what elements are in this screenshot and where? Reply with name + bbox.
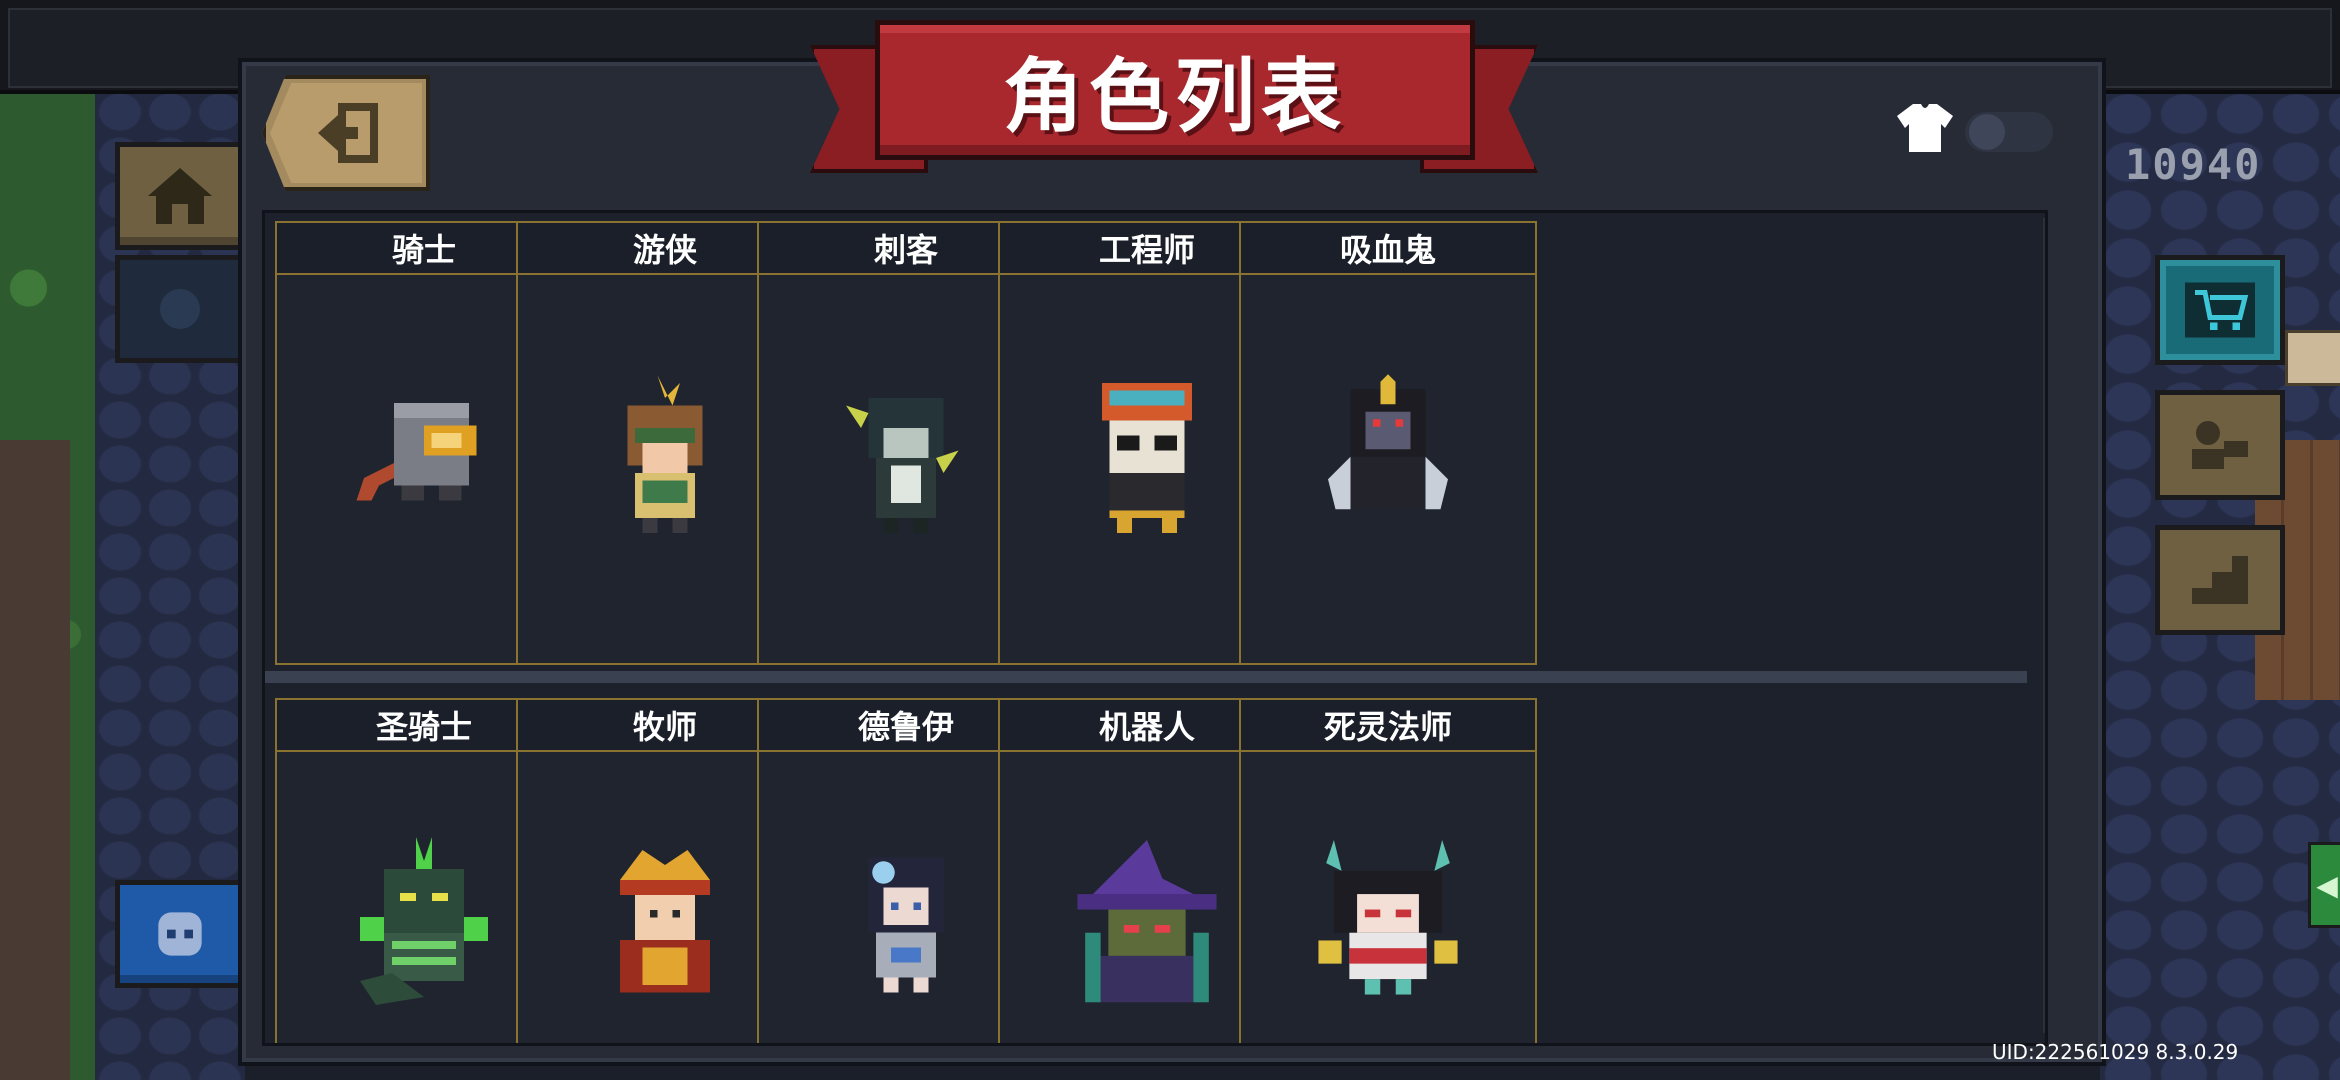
side-tab-arrow-icon[interactable]: ◀ [2308,842,2340,928]
toggle-knob [1969,114,2005,150]
ghost-icon [158,912,202,956]
exit-icon [318,103,378,163]
title-banner: 角色列表 [875,20,1475,160]
scroll-thumb[interactable] [2045,228,2048,402]
scrollbar[interactable] [2043,218,2048,1033]
character-grid: 骑士 游侠 刺客 工程师 吸血鬼 圣骑士 牧师 德鲁伊 机器人 死灵法师 [262,210,2048,1046]
character-card[interactable]: 死灵法师 [1239,698,1537,1043]
ranger-sprite [627,375,703,533]
page-title: 角色列表 [1003,50,1347,143]
knight-sprite [356,403,477,501]
cart-icon [2185,282,2255,338]
character-name: 死灵法师 [1241,700,1535,752]
stairs-icon [2192,556,2248,604]
note-icon [2285,330,2340,386]
character-card[interactable]: 吸血鬼 [1239,221,1537,665]
assassin-sprite [846,398,959,533]
vampire-sprite [1328,374,1448,510]
shirt-icon[interactable] [1897,100,1953,156]
engineer-sprite [1102,383,1192,533]
ghost-button[interactable] [115,880,245,988]
profile-icon [2192,421,2248,469]
shop-button[interactable] [2155,255,2285,365]
robot-sprite [1077,840,1217,1003]
skin-toggle[interactable] [1965,112,2053,152]
home-button[interactable] [115,142,245,250]
dirt-terrain [0,440,70,1080]
paladin-sprite [360,837,488,1005]
back-button[interactable] [262,75,430,191]
profile-button[interactable] [2155,390,2285,500]
circle-icon [160,289,200,329]
character-name: 吸血鬼 [1241,223,1535,275]
row-divider [265,671,2027,683]
druid-sprite [868,857,944,993]
levelup-button[interactable] [2155,525,2285,635]
necromancer-sprite [1318,840,1458,995]
priest-sprite [620,850,710,993]
coin-counter: 10940 [2125,140,2262,189]
uid-label: UID:222561029 8.3.0.29 [1992,1040,2239,1064]
home-icon [148,168,212,224]
menu-button[interactable] [115,255,245,363]
